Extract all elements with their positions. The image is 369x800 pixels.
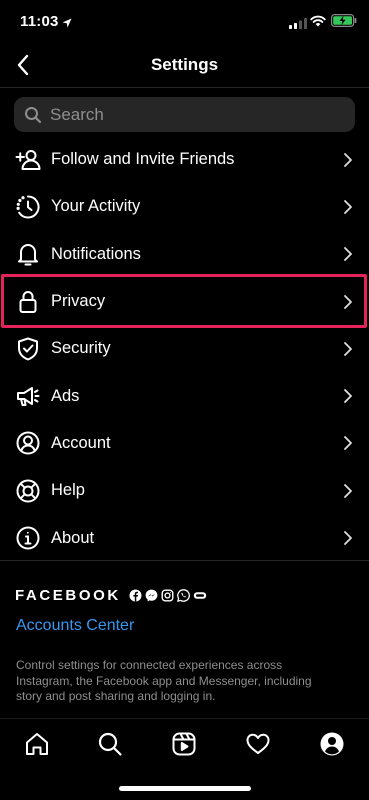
chevron-right-icon [343, 246, 353, 262]
menu-item-about[interactable]: About [0, 514, 369, 561]
search-bar[interactable] [14, 97, 355, 132]
facebook-wordmark: FACEBOOK [15, 587, 121, 604]
menu-item-label: Notifications [51, 244, 141, 263]
tab-bar [0, 718, 369, 768]
accounts-center-link[interactable]: Accounts Center [16, 617, 134, 635]
chevron-right-icon [343, 388, 353, 404]
tab-reels[interactable] [171, 731, 197, 757]
menu-item-label: Privacy [51, 292, 106, 311]
tab-activity[interactable] [245, 731, 271, 757]
cellular-signal-icon [289, 16, 307, 34]
lifebuoy-icon [15, 478, 41, 504]
lock-icon [15, 289, 41, 315]
facebook-section: FACEBOOK Accounts Center Control setting… [0, 560, 369, 703]
menu-item-ads[interactable]: Ads [0, 372, 369, 419]
battery-charging-icon [331, 14, 357, 32]
menu-item-label: About [51, 528, 95, 547]
menu-item-your-activity[interactable]: Your Activity [0, 183, 369, 230]
info-icon [15, 525, 41, 551]
menu-item-follow-invite[interactable]: Follow and Invite Friends [0, 136, 369, 183]
shield-icon [15, 336, 41, 362]
settings-menu: Follow and Invite Friends Your Activity … [0, 136, 369, 562]
chevron-right-icon [343, 341, 353, 357]
chevron-right-icon [343, 530, 353, 546]
location-arrow-icon [62, 15, 72, 33]
person-circle-icon [15, 430, 41, 456]
search-input[interactable] [50, 104, 350, 125]
search-icon [98, 732, 122, 756]
search-icon [24, 106, 42, 124]
chevron-right-icon [343, 199, 353, 215]
facebook-app-icons [129, 589, 207, 602]
status-time: 11:03 [20, 13, 59, 30]
menu-item-label: Your Activity [51, 197, 141, 216]
profile-icon [320, 732, 344, 756]
tab-home[interactable] [24, 731, 50, 757]
whatsapp-icon [176, 589, 190, 602]
facebook-icon [129, 589, 142, 602]
chevron-right-icon [343, 152, 353, 168]
facebook-header: FACEBOOK [15, 587, 207, 604]
home-indicator [119, 786, 251, 791]
menu-item-label: Security [51, 339, 111, 358]
status-bar: 11:03 [0, 0, 369, 44]
reels-icon [172, 732, 196, 756]
menu-item-notifications[interactable]: Notifications [0, 231, 369, 278]
activity-clock-icon [15, 194, 41, 220]
heart-icon [246, 733, 270, 754]
menu-item-label: Ads [51, 386, 80, 405]
menu-item-label: Help [51, 481, 85, 500]
menu-item-privacy[interactable]: Privacy [0, 278, 369, 325]
nav-bar: Settings [0, 44, 369, 88]
facebook-description: Control settings for connected experienc… [16, 658, 312, 703]
megaphone-icon [15, 383, 41, 409]
menu-item-help[interactable]: Help [0, 467, 369, 514]
add-person-icon [15, 147, 41, 173]
menu-item-security[interactable]: Security [0, 325, 369, 372]
chevron-right-icon [343, 435, 353, 451]
menu-item-label: Follow and Invite Friends [51, 150, 235, 169]
instagram-icon [161, 589, 174, 602]
chevron-right-icon [343, 483, 353, 499]
tab-profile[interactable] [319, 731, 345, 757]
portal-icon [193, 589, 207, 602]
home-icon [26, 733, 48, 755]
wifi-icon [310, 14, 326, 32]
page-title: Settings [150, 55, 219, 74]
menu-item-account[interactable]: Account [0, 420, 369, 467]
tab-search[interactable] [97, 731, 123, 757]
bell-icon [15, 241, 41, 267]
menu-item-label: Account [51, 433, 111, 452]
chevron-right-icon [343, 294, 353, 310]
messenger-icon [145, 589, 158, 602]
